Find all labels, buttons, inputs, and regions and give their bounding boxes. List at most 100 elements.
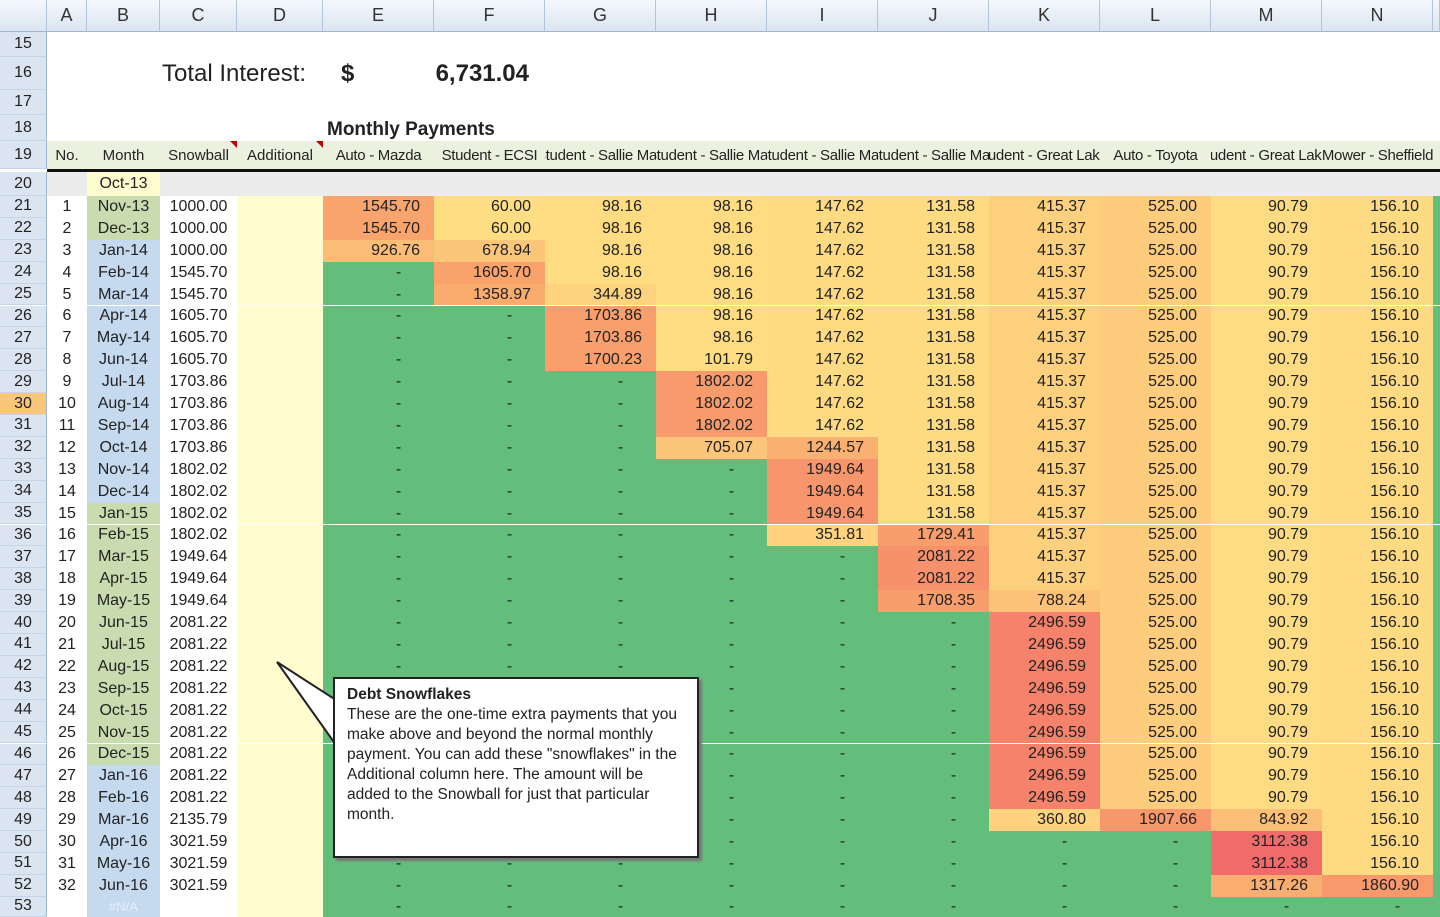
month-cell[interactable]: Jul-14 (87, 371, 160, 394)
payment-cell[interactable]: 147.62 (767, 349, 878, 372)
payment-cell[interactable]: - (434, 305, 545, 328)
payment-cell[interactable]: 156.10 (1322, 765, 1433, 788)
row-header-52[interactable]: 52 (0, 874, 47, 897)
row-number[interactable]: 21 (47, 634, 87, 656)
row-header-38[interactable]: 38 (0, 568, 47, 591)
cell[interactable] (767, 115, 878, 141)
payment-cell[interactable]: - (545, 655, 656, 678)
payment-cell[interactable]: 98.16 (656, 239, 767, 262)
payment-cell[interactable]: 90.79 (1211, 612, 1322, 634)
row-header-40[interactable]: 40 (0, 612, 47, 634)
payment-cell[interactable]: 156.10 (1322, 787, 1433, 810)
payment-cell[interactable]: - (767, 612, 878, 634)
row-number[interactable]: 14 (47, 481, 87, 503)
payment-cell[interactable]: 156.10 (1322, 853, 1433, 875)
payment-cell[interactable]: 525.00 (1100, 634, 1211, 656)
snowball-cell[interactable]: 1802.02 (160, 481, 237, 503)
cell[interactable] (87, 57, 160, 90)
snowball-cell[interactable]: 1949.64 (160, 568, 237, 590)
payment-cell[interactable]: - (767, 765, 878, 788)
header-debt[interactable]: Student - Great Lakes (1211, 141, 1322, 169)
cell[interactable] (323, 172, 434, 196)
additional-input[interactable] (237, 393, 323, 415)
payment-cell[interactable]: 147.62 (767, 261, 878, 284)
payment-cell[interactable]: - (1322, 896, 1433, 917)
payment-cell[interactable]: 415.37 (989, 436, 1100, 459)
row-header-33[interactable]: 33 (0, 458, 47, 481)
cell[interactable] (1211, 57, 1322, 90)
cell[interactable] (545, 90, 656, 115)
payment-cell[interactable]: 147.62 (767, 327, 878, 350)
snowball-cell[interactable]: 2135.79 (160, 809, 237, 831)
payment-cell[interactable]: 131.58 (878, 371, 989, 394)
header-debt[interactable]: Auto - Toyota (1100, 141, 1211, 169)
month-cell[interactable]: Jul-15 (87, 634, 160, 656)
payment-cell[interactable]: 1860.90 (1322, 874, 1433, 897)
payment-cell[interactable]: 1949.64 (767, 458, 878, 481)
row-number[interactable]: 30 (47, 831, 87, 853)
payment-cell[interactable]: - (767, 634, 878, 656)
cell[interactable] (1100, 57, 1211, 90)
header-debt[interactable]: Student - Sallie Mae (545, 141, 656, 169)
snowball-cell[interactable]: 1000.00 (160, 196, 237, 218)
payment-cell[interactable]: 156.10 (1322, 590, 1433, 613)
additional-input[interactable] (237, 458, 323, 481)
payment-cell[interactable]: - (767, 853, 878, 875)
cell[interactable] (1100, 172, 1211, 196)
payment-cell[interactable]: - (656, 480, 767, 503)
payment-cell[interactable]: - (434, 502, 545, 525)
snowball-cell[interactable]: 1703.86 (160, 393, 237, 415)
cell[interactable] (1211, 90, 1322, 115)
cell[interactable] (434, 115, 545, 141)
payment-cell[interactable]: - (878, 787, 989, 810)
payment-cell[interactable]: - (323, 502, 434, 525)
payment-cell[interactable]: 90.79 (1211, 305, 1322, 328)
payment-cell[interactable]: 90.79 (1211, 436, 1322, 459)
snowball-cell[interactable]: 1545.70 (160, 284, 237, 306)
payment-cell[interactable]: 156.10 (1322, 809, 1433, 832)
payment-cell[interactable]: 1358.97 (434, 283, 545, 306)
payment-cell[interactable]: 147.62 (767, 305, 878, 328)
additional-input[interactable] (237, 809, 323, 832)
row-number[interactable]: 20 (47, 612, 87, 634)
payment-cell[interactable]: - (1100, 831, 1211, 853)
month-cell[interactable]: May-16 (87, 853, 160, 875)
cell[interactable] (1433, 172, 1440, 196)
payment-cell[interactable]: 525.00 (1100, 612, 1211, 634)
payment-cell[interactable]: - (656, 896, 767, 917)
payment-cell[interactable]: - (434, 655, 545, 678)
payment-cell[interactable]: 1244.57 (767, 436, 878, 459)
month-cell[interactable]: Feb-15 (87, 524, 160, 547)
payment-cell[interactable]: - (323, 612, 434, 634)
additional-input[interactable] (237, 196, 323, 218)
payment-cell[interactable]: - (434, 634, 545, 656)
month-cell[interactable]: Jun-16 (87, 874, 160, 897)
row-header-30[interactable]: 30 (0, 393, 47, 415)
payment-cell[interactable]: - (767, 546, 878, 569)
payment-cell[interactable]: 1802.02 (656, 393, 767, 415)
payment-cell[interactable]: 415.37 (989, 305, 1100, 328)
payment-cell[interactable]: 147.62 (767, 217, 878, 240)
payment-cell[interactable]: - (767, 590, 878, 613)
row-header-48[interactable]: 48 (0, 787, 47, 810)
month-cell[interactable]: Oct-14 (87, 436, 160, 459)
snowball-cell[interactable]: 2081.22 (160, 678, 237, 700)
month-cell[interactable]: Feb-16 (87, 787, 160, 810)
payment-cell[interactable]: 156.10 (1322, 677, 1433, 700)
cell[interactable] (1322, 57, 1433, 90)
row-number[interactable]: 16 (47, 525, 87, 547)
payment-cell[interactable]: 156.10 (1322, 371, 1433, 394)
payment-cell[interactable]: - (545, 393, 656, 415)
row-number[interactable]: 10 (47, 393, 87, 415)
payment-cell[interactable]: - (434, 568, 545, 591)
payment-cell[interactable]: 788.24 (989, 590, 1100, 613)
month-cell[interactable]: May-15 (87, 590, 160, 613)
cell[interactable] (47, 32, 87, 57)
payment-cell[interactable]: 525.00 (1100, 458, 1211, 481)
additional-input[interactable] (237, 831, 323, 853)
payment-cell[interactable]: - (1211, 896, 1322, 917)
cell[interactable] (989, 32, 1100, 57)
payment-cell[interactable]: 131.58 (878, 305, 989, 328)
row-header-22[interactable]: 22 (0, 217, 47, 240)
row-header-47[interactable]: 47 (0, 765, 47, 788)
